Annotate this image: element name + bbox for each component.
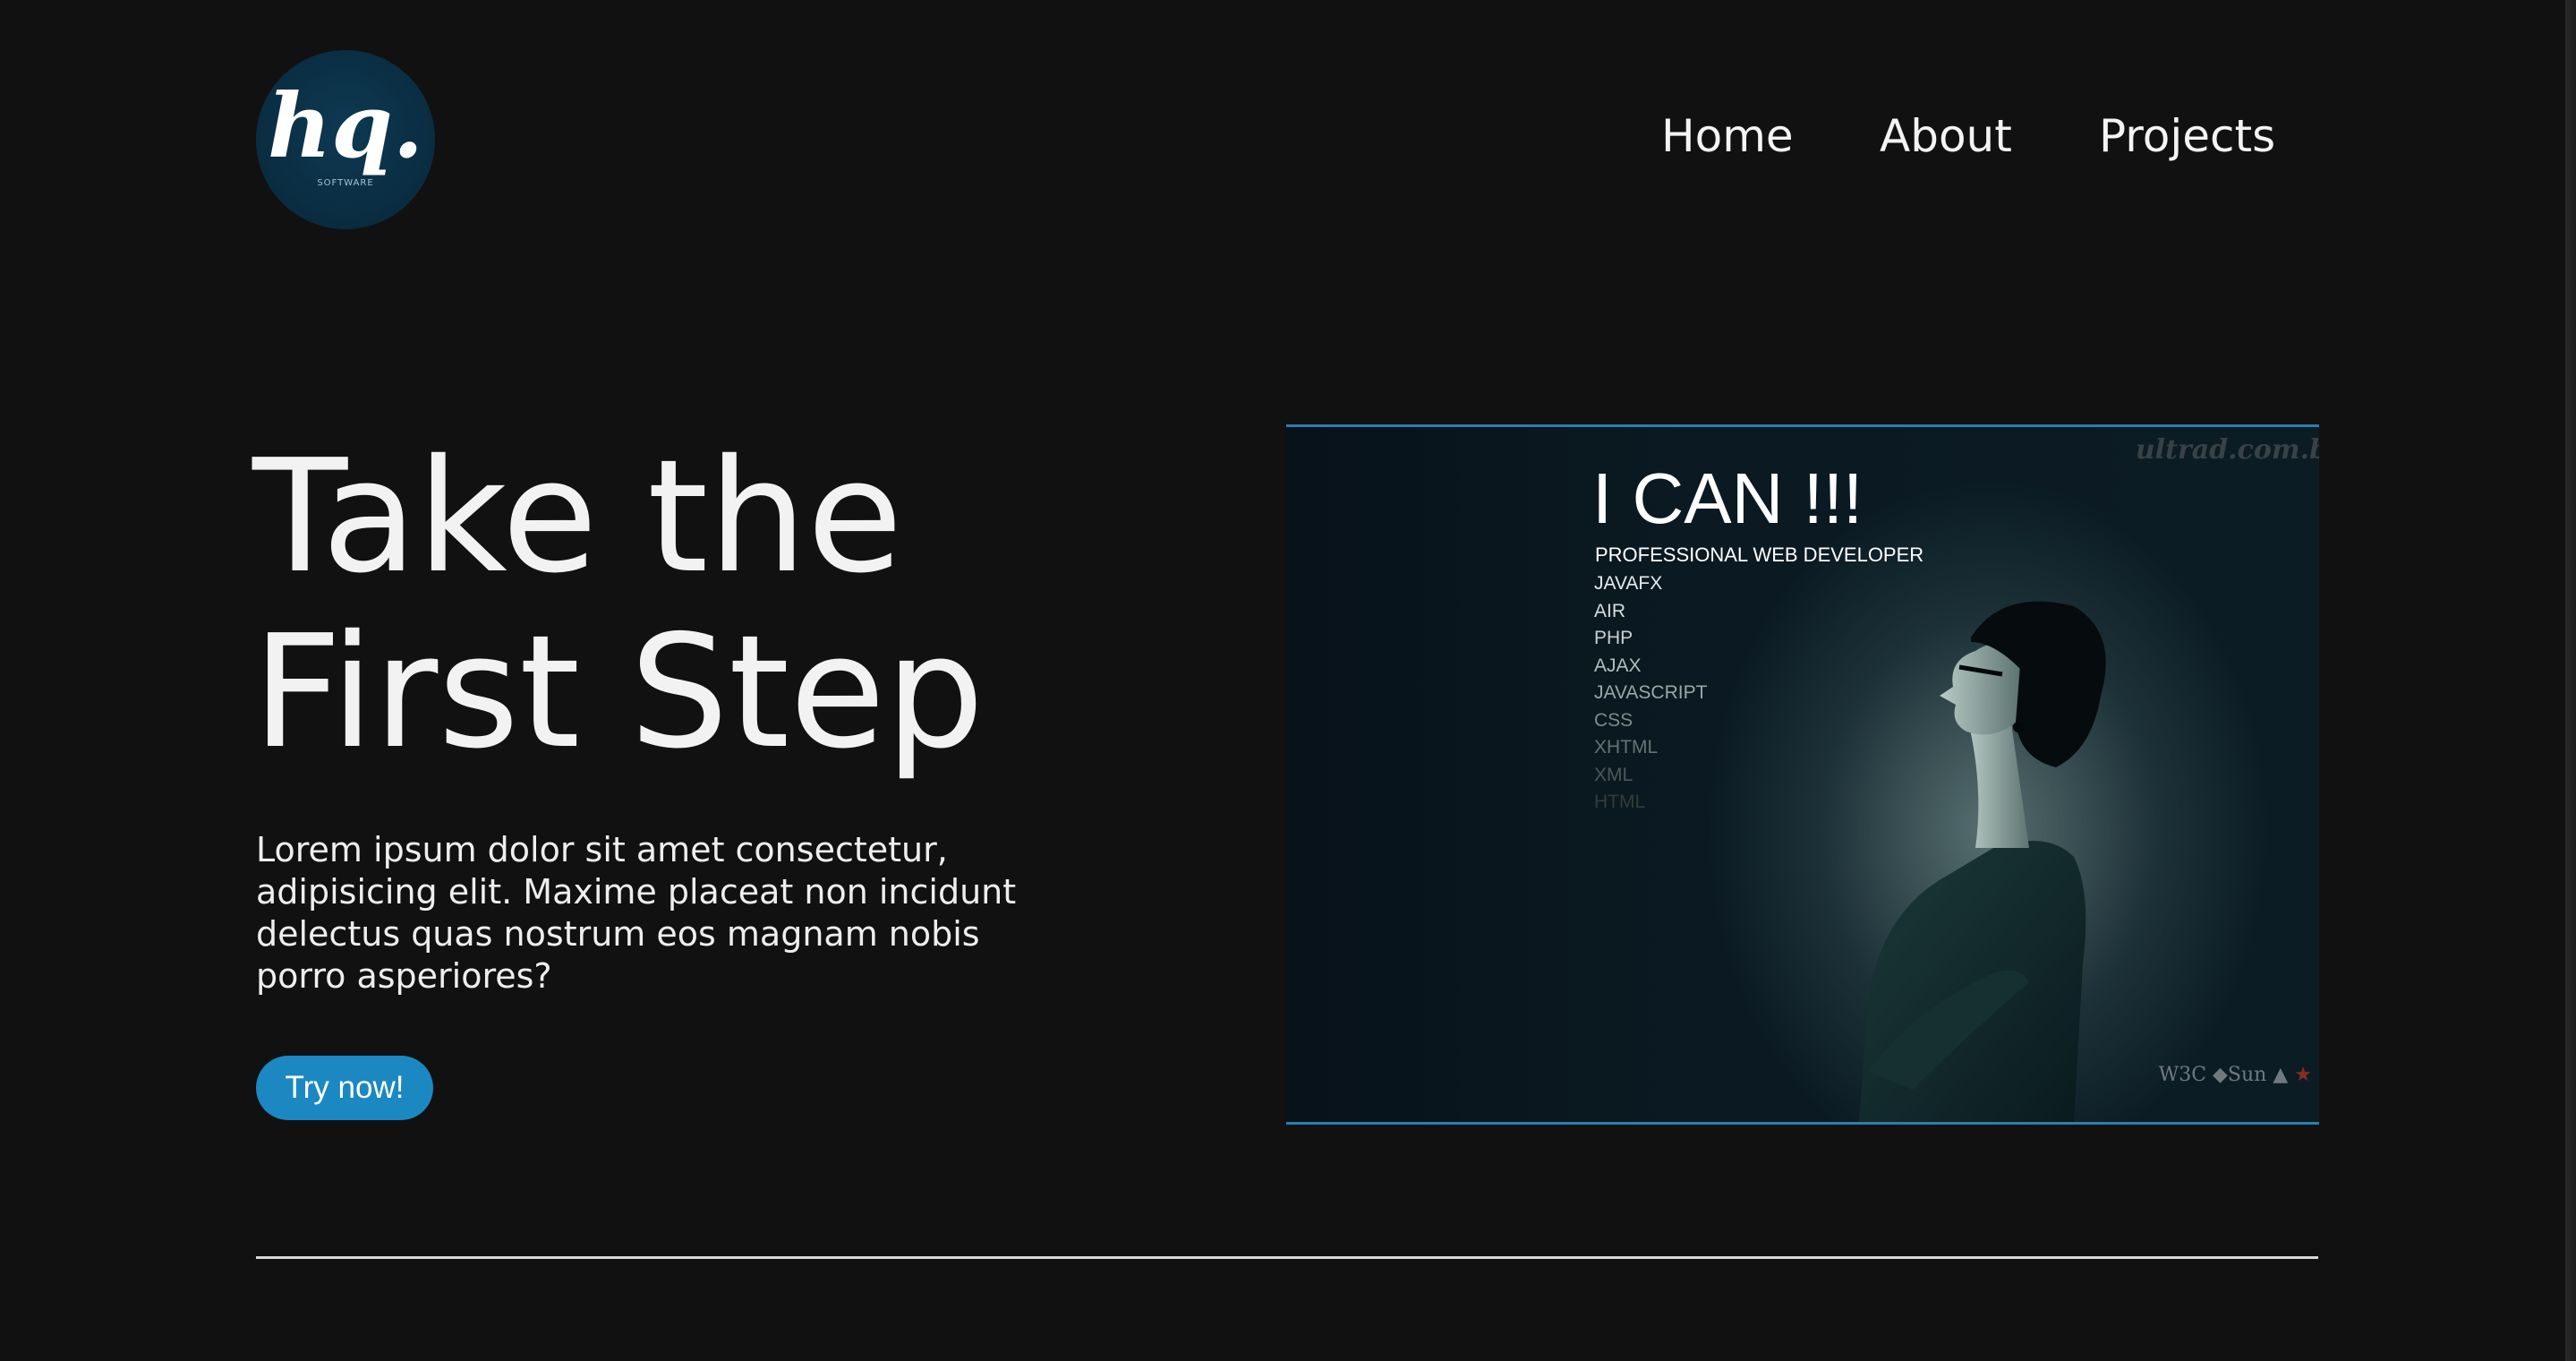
skill-item: AIR bbox=[1594, 600, 1626, 621]
image-subtitle: PROFESSIONAL WEB DEVELOPER bbox=[1595, 544, 1924, 566]
skill-item: XHTML bbox=[1594, 737, 1659, 758]
hero-image: ultrad.com.b I CAN !!! PROFESSIONAL WEB … bbox=[1286, 424, 2319, 1125]
nav-home[interactable]: Home bbox=[1661, 109, 1794, 163]
skill-item: JAVASCRIPT bbox=[1594, 682, 1708, 703]
skill-item: CSS bbox=[1594, 709, 1633, 731]
skill-item: JAVAFX bbox=[1594, 573, 1663, 594]
window-edge bbox=[2565, 0, 2576, 1361]
hero-title-line-2: First Step bbox=[252, 602, 985, 783]
skill-item: PHP bbox=[1594, 628, 1633, 648]
image-title: I CAN !!! bbox=[1592, 458, 1864, 538]
nav-about[interactable]: About bbox=[1880, 109, 2012, 163]
skill-item: AJAX bbox=[1594, 655, 1642, 676]
hero-title-line-1: Take the bbox=[252, 426, 903, 608]
logo-subtitle: SOFTWARE bbox=[317, 177, 374, 188]
hero-description: Lorem ipsum dolor sit amet consectetur, … bbox=[256, 830, 1017, 996]
skill-item: XML bbox=[1594, 764, 1633, 785]
try-now-button[interactable]: Try now! bbox=[256, 1056, 433, 1120]
badges-text: W3C ◆Sun bbox=[2158, 1064, 2267, 1086]
adobe-icon: ▲ bbox=[2273, 1064, 2289, 1086]
main-nav: Home About Projects bbox=[0, 109, 2576, 163]
star-icon: ★ bbox=[2294, 1064, 2312, 1086]
hero-title: Take the First Step bbox=[252, 430, 1326, 781]
nav-projects[interactable]: Projects bbox=[2099, 109, 2275, 163]
skill-item: HTML bbox=[1594, 792, 1646, 812]
skills-list: JAVAFX AIR PHP AJAX JAVASCRIPT CSS XHTML… bbox=[1594, 570, 1707, 817]
technology-badges: W3C ◆Sun ▲ ★ bbox=[2159, 1064, 2312, 1086]
watermark: ultrad.com.b bbox=[2135, 434, 2319, 466]
section-divider bbox=[256, 1256, 2318, 1259]
